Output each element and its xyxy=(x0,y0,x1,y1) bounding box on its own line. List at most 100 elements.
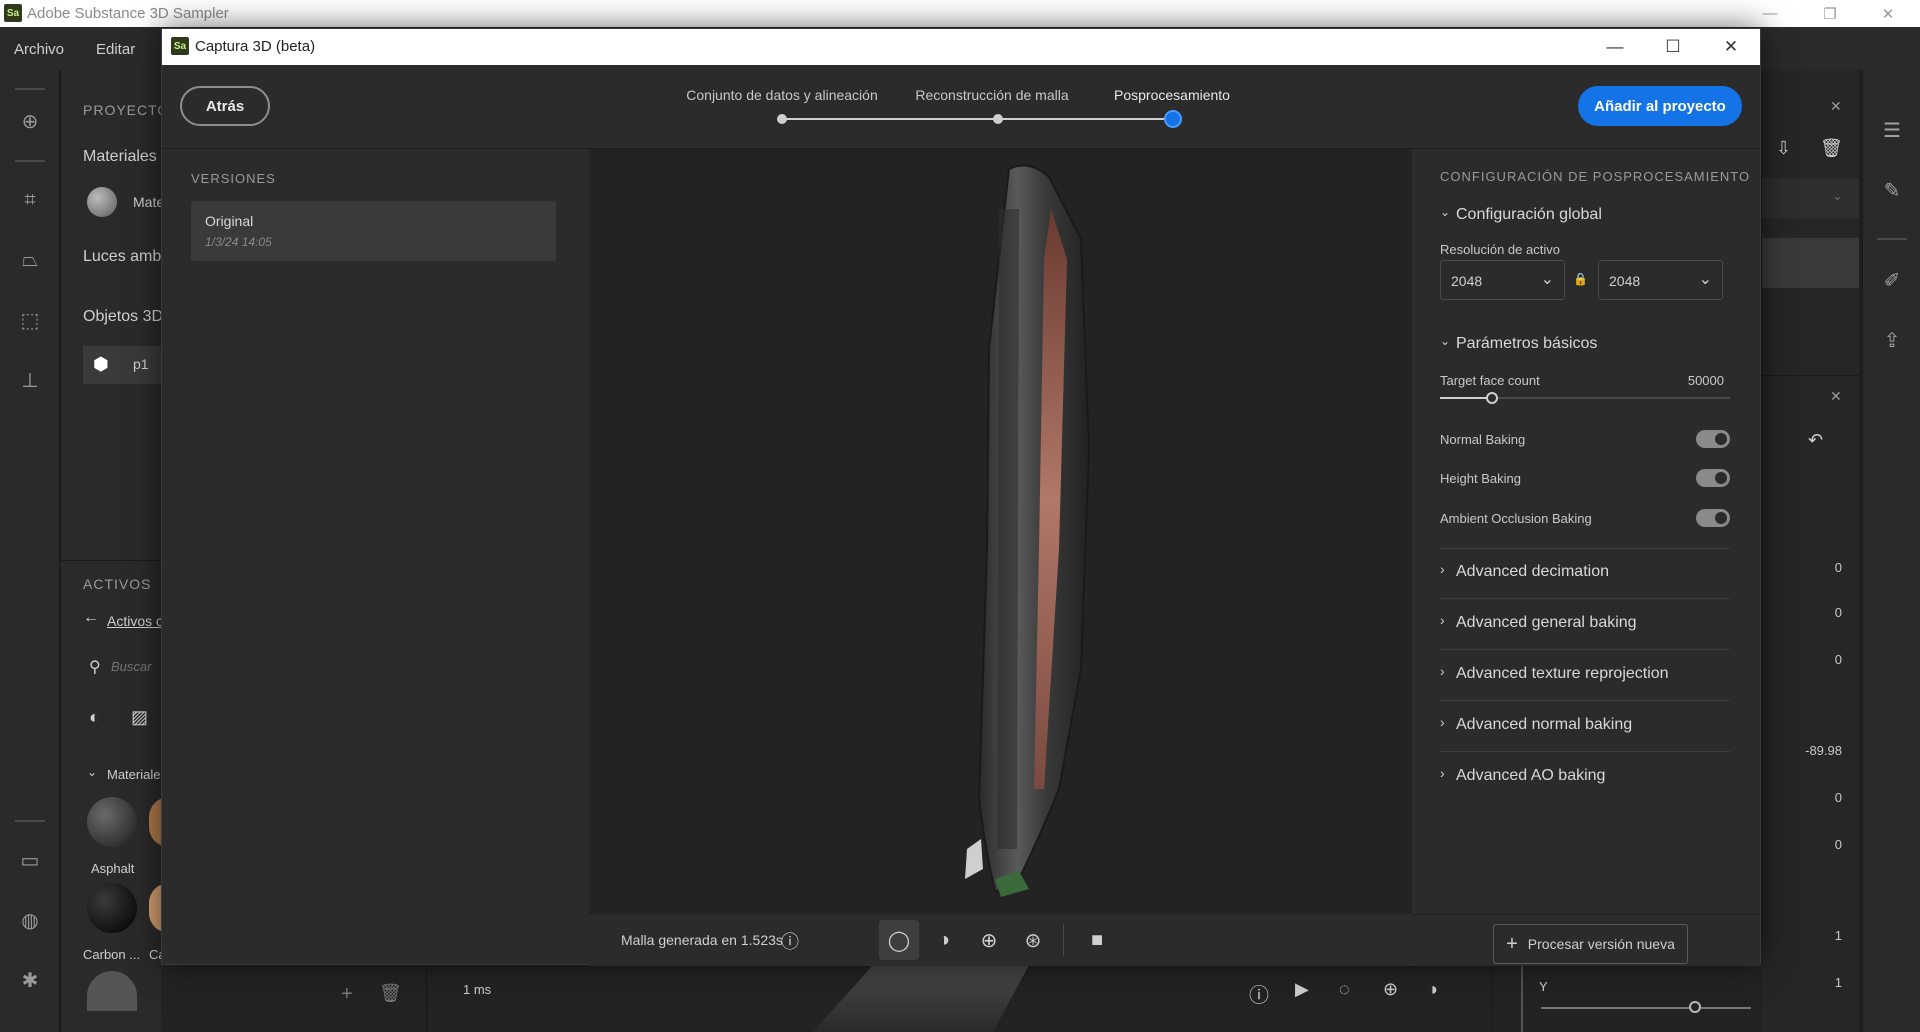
render-mode-wireframe-icon[interactable]: ⊕ xyxy=(969,920,1009,960)
assets-search-input[interactable] xyxy=(111,653,161,679)
lighting-icon[interactable]: ◌ xyxy=(1339,979,1350,1000)
resolution-width-select[interactable]: 2048 ⌄ xyxy=(1440,260,1565,300)
chevron-right-icon[interactable]: › xyxy=(1440,663,1445,679)
property-value[interactable]: -89.98 xyxy=(1762,743,1842,758)
step-mesh[interactable]: Reconstrucción de malla xyxy=(902,87,1082,103)
normal-baking-toggle[interactable] xyxy=(1696,430,1730,448)
selected-layer[interactable] xyxy=(1762,238,1859,288)
add-icon[interactable]: ⊕ xyxy=(15,106,45,136)
process-new-version-button[interactable]: + Procesar versión nueva xyxy=(1493,924,1688,964)
chevron-right-icon[interactable]: › xyxy=(1440,714,1445,730)
close-panel-icon[interactable]: ✕ xyxy=(1830,98,1842,115)
camera-icon[interactable]: ▶ xyxy=(1295,979,1309,1000)
back-arrow-icon[interactable]: ← xyxy=(83,609,99,627)
environment-icon[interactable]: ◍ xyxy=(15,905,45,935)
property-value[interactable]: 0 xyxy=(1762,605,1842,620)
wireframe-icon[interactable]: ⊕ xyxy=(1383,979,1398,1000)
add-to-project-button[interactable]: Añadir al proyecto xyxy=(1578,86,1742,126)
info-icon[interactable]: ⓘ xyxy=(1249,979,1269,1008)
dropdown[interactable] xyxy=(1762,178,1859,218)
close-panel-icon[interactable]: ✕ xyxy=(1830,388,1842,405)
asset-thumbnail[interactable] xyxy=(87,883,137,933)
face-count-slider-track[interactable] xyxy=(1440,392,1730,404)
info-icon[interactable]: ⓘ xyxy=(781,928,799,954)
material-thumbnail[interactable] xyxy=(87,187,117,217)
step-dot-postprocess[interactable] xyxy=(1164,110,1182,128)
dialog-maximize-icon[interactable]: ☐ xyxy=(1644,29,1702,65)
chevron-down-icon[interactable]: ⌄ xyxy=(1440,205,1450,219)
3d-viewport[interactable] xyxy=(589,149,1412,944)
y-slider-track[interactable] xyxy=(1541,1007,1751,1009)
chevron-right-icon[interactable]: › xyxy=(1440,561,1445,577)
height-baking-toggle[interactable] xyxy=(1696,469,1730,487)
render-mode-shaded-icon[interactable]: ◯ xyxy=(879,920,919,960)
chevron-down-icon[interactable]: ⌄ xyxy=(1440,334,1450,348)
y-slider-thumb[interactable] xyxy=(1689,1001,1701,1013)
chevron-right-icon[interactable]: › xyxy=(1440,612,1445,628)
step-dot-mesh[interactable] xyxy=(993,114,1003,124)
asset-thumbnail[interactable] xyxy=(87,971,137,1011)
materials-group-label[interactable]: Materiale xyxy=(107,767,160,782)
property-value[interactable]: 0 xyxy=(1762,837,1842,852)
asset-thumbnail[interactable] xyxy=(87,797,137,847)
adjustments-icon[interactable]: ☰ xyxy=(1877,115,1907,145)
trash-icon[interactable]: 🗑 xyxy=(1820,138,1843,159)
stamp-icon[interactable]: ⊥ xyxy=(15,365,45,395)
chevron-down-icon[interactable]: ⌄ xyxy=(87,765,97,779)
display-settings-icon[interactable]: ▭ xyxy=(15,845,45,875)
ao-baking-toggle[interactable] xyxy=(1696,509,1730,527)
lock-icon[interactable]: 🔒 xyxy=(1573,272,1588,286)
property-value[interactable]: 1 xyxy=(1762,975,1842,990)
images-filter-icon[interactable]: ▨ xyxy=(131,707,148,728)
material-item[interactable]: Mate xyxy=(133,194,164,210)
reset-icon[interactable]: ↶ xyxy=(1808,430,1823,451)
plugins-icon[interactable]: ✱ xyxy=(15,965,45,995)
objects-section[interactable]: Objetos 3D xyxy=(83,308,163,326)
materials-section[interactable]: Materiales xyxy=(83,148,157,166)
version-item[interactable]: Original 1/3/24 14:05 xyxy=(191,201,556,261)
advanced-general-baking-section[interactable]: Advanced general baking xyxy=(1456,614,1637,632)
advanced-normal-baking-section[interactable]: Advanced normal baking xyxy=(1456,716,1632,734)
render-mode-uv-icon[interactable]: ⊛ xyxy=(1013,920,1053,960)
materials-filter-icon[interactable]: ◐ xyxy=(89,707,100,728)
step-postprocess[interactable]: Posprocesamiento xyxy=(1107,87,1237,103)
environment-view-icon[interactable]: ◑ xyxy=(1427,979,1438,1000)
add-asset-icon[interactable]: + xyxy=(341,983,353,1006)
assets-back-link[interactable]: Activos c xyxy=(107,613,163,629)
face-count-slider-thumb[interactable] xyxy=(1486,392,1499,404)
minimize-icon[interactable]: — xyxy=(1745,0,1795,27)
edit-document-icon[interactable]: ✐ xyxy=(1877,265,1907,295)
selection-icon[interactable]: ⬚ xyxy=(15,305,45,335)
resolution-height-select[interactable]: 2048 ⌄ xyxy=(1598,260,1723,300)
basic-params-section[interactable]: Parámetros básicos xyxy=(1456,335,1597,353)
lights-section[interactable]: Luces amb xyxy=(83,248,161,266)
advanced-ao-baking-section[interactable]: Advanced AO baking xyxy=(1456,767,1605,785)
render-mode-material-icon[interactable]: ◑ xyxy=(924,920,964,960)
global-config-section[interactable]: Configuración global xyxy=(1456,206,1602,224)
dialog-close-icon[interactable]: ✕ xyxy=(1702,29,1760,65)
crop-icon[interactable]: ⌗ xyxy=(15,185,45,215)
menu-file[interactable]: Archivo xyxy=(14,41,64,58)
face-count-value[interactable]: 50000 xyxy=(1634,373,1724,388)
perspective-icon[interactable]: ⏢ xyxy=(15,245,45,275)
menu-edit[interactable]: Editar xyxy=(96,41,135,58)
delete-asset-icon[interactable]: 🗑 xyxy=(379,983,402,1004)
step-dot-dataset[interactable] xyxy=(777,114,787,124)
chevron-right-icon[interactable]: › xyxy=(1440,765,1445,781)
back-button[interactable]: Atrás xyxy=(180,86,270,126)
property-value[interactable]: 1 xyxy=(1762,928,1842,943)
dialog-minimize-icon[interactable]: — xyxy=(1586,29,1644,65)
resolution-height-value: 2048 xyxy=(1609,273,1641,289)
property-value[interactable]: 0 xyxy=(1762,652,1842,667)
advanced-texture-reprojection-section[interactable]: Advanced texture reprojection xyxy=(1456,665,1669,683)
step-dataset[interactable]: Conjunto de datos y alineación xyxy=(682,87,882,103)
export-icon[interactable]: ⇩ xyxy=(1776,138,1791,159)
restore-icon[interactable]: ❐ xyxy=(1805,0,1855,27)
property-value[interactable]: 0 xyxy=(1762,790,1842,805)
property-value[interactable]: 0 xyxy=(1762,560,1842,575)
share-icon[interactable]: ⇪ xyxy=(1877,325,1907,355)
close-icon[interactable]: ✕ xyxy=(1863,0,1913,27)
measure-icon[interactable]: ✎ xyxy=(1877,175,1907,205)
camera-icon[interactable]: ■ xyxy=(1077,920,1117,960)
advanced-decimation-section[interactable]: Advanced decimation xyxy=(1456,563,1609,581)
